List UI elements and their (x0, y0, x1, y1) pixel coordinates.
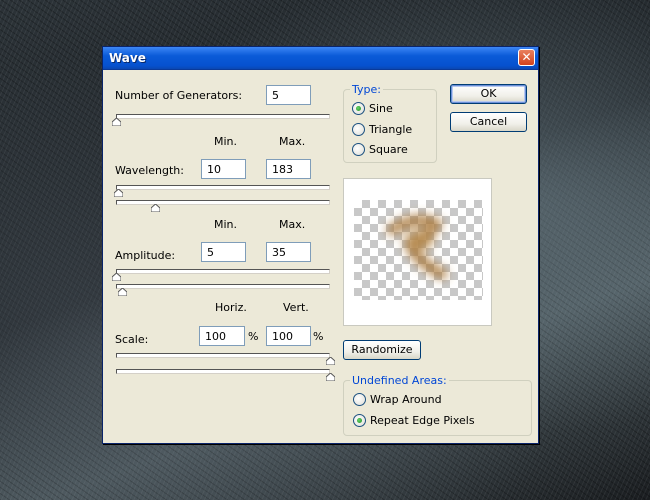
radio-icon (352, 143, 365, 156)
undefined-areas-group: Undefined Areas: Wrap Around Repeat Edge… (343, 374, 532, 436)
randomize-button[interactable]: Randomize (343, 340, 421, 360)
amplitude-max-header: Max. (279, 218, 306, 231)
scale-horiz-slider-thumb[interactable] (326, 357, 335, 365)
title-bar[interactable]: Wave ✕ (103, 47, 538, 70)
preview-checkerboard (354, 200, 483, 300)
wavelength-min-slider[interactable] (114, 185, 330, 197)
close-icon: ✕ (521, 50, 532, 64)
wavelength-max-slider[interactable] (116, 200, 330, 212)
radio-icon (353, 393, 366, 406)
wavelength-min-header: Min. (214, 135, 238, 148)
amplitude-max-slider-thumb[interactable] (118, 288, 128, 296)
scale-horiz-field[interactable] (199, 326, 245, 346)
undefined-areas-title: Undefined Areas: (350, 374, 449, 387)
radio-icon (352, 123, 365, 136)
wavelength-max-header: Max. (279, 135, 306, 148)
wavelength-label: Wavelength: (115, 164, 184, 177)
amplitude-min-slider-thumb[interactable] (112, 273, 121, 281)
preview-pane (343, 178, 492, 326)
scale-vert-slider-thumb[interactable] (326, 373, 335, 381)
scale-vert-slider[interactable] (116, 369, 335, 381)
generators-label: Number of Generators: (115, 89, 243, 102)
dialog-title: Wave (109, 51, 146, 65)
generators-field[interactable] (266, 85, 311, 105)
wavelength-min-field[interactable] (201, 159, 246, 179)
scale-horiz-header: Horiz. (215, 301, 247, 314)
wave-dialog: Wave ✕ Number of Generators: Min. Max. W… (102, 46, 539, 444)
wave-preview-image (386, 214, 448, 280)
radio-selected-icon (352, 102, 365, 115)
close-button[interactable]: ✕ (518, 49, 535, 66)
brush-stroke-preview (386, 214, 448, 280)
amplitude-label: Amplitude: (115, 249, 176, 262)
scale-label: Scale: (115, 333, 149, 346)
type-group: Type: Sine Triangle Square (343, 83, 437, 163)
wavelength-max-field[interactable] (266, 159, 311, 179)
amplitude-min-field[interactable] (201, 242, 246, 262)
scale-vert-percent: % (313, 330, 324, 343)
amplitude-max-slider[interactable] (116, 284, 330, 296)
generators-slider-thumb[interactable] (112, 118, 121, 126)
cancel-button[interactable]: Cancel (450, 112, 527, 132)
amplitude-min-slider[interactable] (112, 269, 330, 281)
amplitude-max-field[interactable] (266, 242, 311, 262)
scale-vert-header: Vert. (283, 301, 309, 314)
ok-button[interactable]: OK (450, 84, 527, 104)
scale-vert-field[interactable] (266, 326, 311, 346)
wavelength-min-slider-thumb[interactable] (114, 189, 124, 197)
scale-horiz-slider[interactable] (116, 353, 335, 365)
scale-horiz-percent: % (248, 330, 259, 343)
wavelength-max-slider-thumb[interactable] (150, 204, 160, 212)
amplitude-min-header: Min. (214, 218, 238, 231)
generators-slider[interactable] (112, 114, 330, 126)
type-group-title: Type: (350, 83, 383, 96)
radio-selected-icon (353, 414, 366, 427)
